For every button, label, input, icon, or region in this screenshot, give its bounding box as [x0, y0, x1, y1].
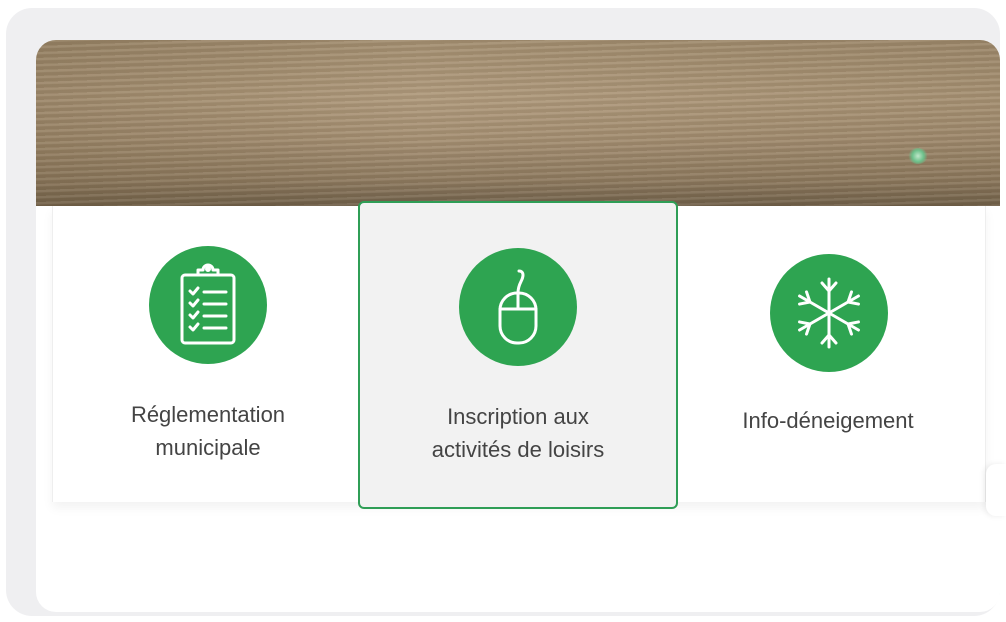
tile-label-line1: Info-déneigement: [742, 408, 914, 433]
snowflake-icon: [798, 277, 860, 349]
tile-info-deneigement[interactable]: Info-déneigement: [673, 206, 983, 502]
tile-inscription-loisirs[interactable]: Inscription aux activités de loisirs: [358, 201, 678, 509]
tile-label-line2: activités de loisirs: [431, 437, 605, 462]
tile-label-line1: Inscription aux: [447, 404, 589, 429]
icon-circle: [459, 248, 577, 366]
tile-reglementation-municipale[interactable]: Réglementation municipale: [53, 206, 363, 502]
icon-circle: [149, 246, 267, 364]
tile-label-line2: municipale: [155, 435, 261, 460]
carousel-next-handle[interactable]: [986, 464, 1006, 516]
tile-label-line1: Réglementation: [130, 402, 286, 427]
banner-image: [36, 40, 1000, 206]
services-card: Réglementation municipale Inscription au…: [36, 40, 1000, 612]
tile-label: Réglementation municipale: [53, 398, 363, 464]
card-frame: Réglementation municipale Inscription au…: [6, 8, 1000, 616]
icon-circle: [770, 254, 888, 372]
tile-label: Inscription aux activités de loisirs: [360, 400, 676, 466]
tile-label: Info-déneigement: [673, 404, 983, 437]
clipboard-checklist-icon: [180, 263, 236, 345]
banner-glint: [908, 148, 928, 164]
service-tiles: Réglementation municipale Inscription au…: [52, 201, 986, 509]
computer-mouse-icon: [498, 269, 538, 345]
